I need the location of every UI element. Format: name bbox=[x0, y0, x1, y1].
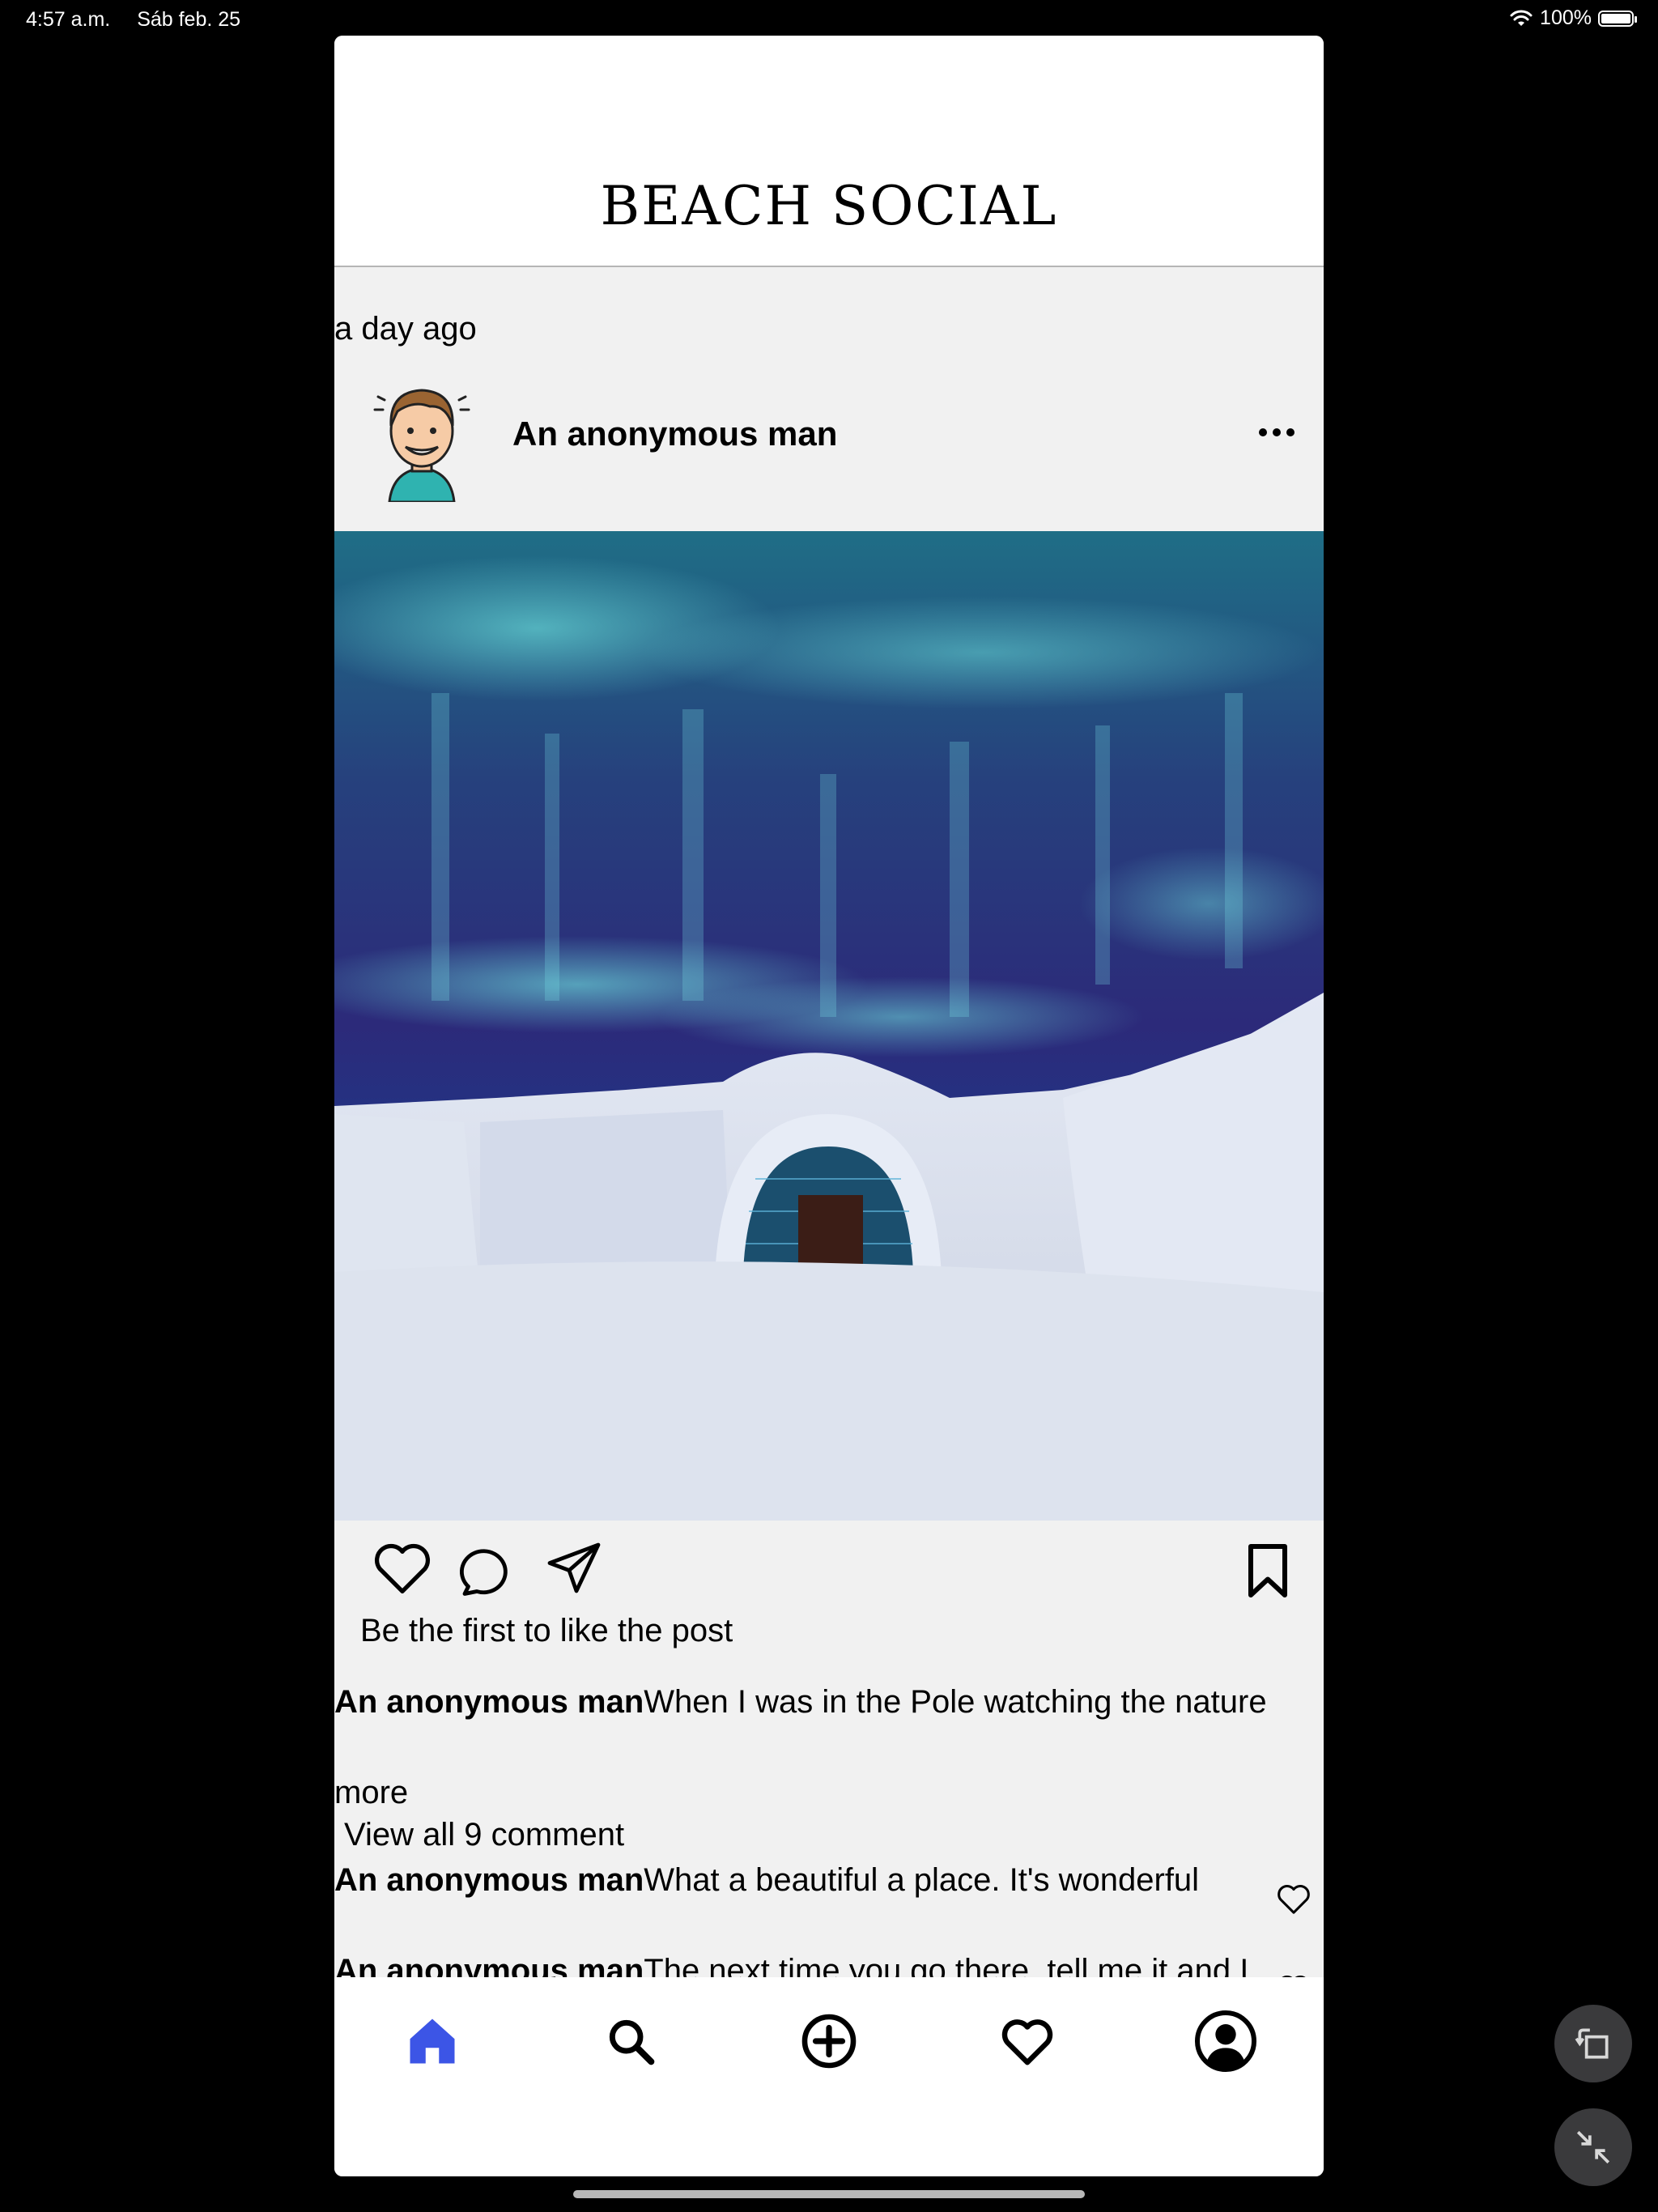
comment-item: An anonymous manWhat a beautiful a place… bbox=[334, 1857, 1249, 1903]
tab-activity[interactable] bbox=[991, 2005, 1064, 2078]
avatar[interactable] bbox=[365, 372, 478, 502]
status-bar: 4:57 a.m. Sáb feb. 25 100% bbox=[0, 0, 1658, 39]
exit-fullscreen-button[interactable] bbox=[1554, 2108, 1632, 2186]
comment-text: What a beautiful a place. It's wonderful bbox=[644, 1862, 1200, 1898]
caption-author[interactable]: An anonymous man bbox=[334, 1684, 644, 1720]
more-options-icon[interactable] bbox=[1259, 424, 1304, 440]
home-indicator[interactable] bbox=[573, 2190, 1085, 2198]
home-icon bbox=[410, 2018, 455, 2064]
post-author[interactable]: An anonymous man bbox=[512, 415, 837, 453]
likes-text: Be the first to like the post bbox=[360, 1613, 733, 1648]
app-header: BEACH SOCIAL bbox=[334, 36, 1324, 267]
comment-author[interactable]: An anonymous man bbox=[334, 1862, 644, 1898]
heart-icon bbox=[1001, 2019, 1053, 2065]
battery-fill bbox=[1601, 13, 1630, 23]
app-window: BEACH SOCIAL a day ago An anonymous man bbox=[334, 36, 1324, 2176]
post-timestamp: a day ago bbox=[334, 311, 477, 347]
tab-home[interactable] bbox=[396, 2005, 469, 2078]
rotate-icon bbox=[1575, 2028, 1609, 2059]
caption-text: When I was in the Pole watching the natu… bbox=[644, 1684, 1267, 1720]
status-left: 4:57 a.m. Sáb feb. 25 bbox=[26, 8, 261, 32]
collapse-icon bbox=[1576, 2130, 1610, 2164]
add-icon bbox=[801, 2014, 857, 2069]
comment-like-icon[interactable] bbox=[1275, 1882, 1312, 1916]
status-right: 100% bbox=[1509, 6, 1637, 30]
search-icon bbox=[609, 2019, 655, 2065]
comment-icon[interactable] bbox=[457, 1542, 516, 1600]
post-action-bar bbox=[334, 1538, 1324, 1611]
tab-bar bbox=[334, 1977, 1324, 2176]
post-caption: An anonymous manWhen I was in the Pole w… bbox=[334, 1679, 1273, 1725]
like-icon[interactable] bbox=[370, 1538, 435, 1597]
wifi-icon bbox=[1510, 10, 1533, 26]
status-time: 4:57 a.m. bbox=[26, 8, 111, 31]
view-all-comments-link[interactable]: View all 9 comment bbox=[344, 1817, 624, 1853]
tab-profile[interactable] bbox=[1189, 2005, 1262, 2078]
more-link[interactable]: more bbox=[334, 1775, 408, 1811]
profile-icon bbox=[1195, 2010, 1256, 2072]
post-image[interactable] bbox=[334, 531, 1324, 1521]
rotate-button[interactable] bbox=[1554, 2005, 1632, 2082]
tab-search[interactable] bbox=[594, 2005, 667, 2078]
bookmark-icon[interactable] bbox=[1243, 1542, 1293, 1600]
battery-icon bbox=[1598, 10, 1637, 27]
share-icon[interactable] bbox=[543, 1540, 605, 1598]
tab-create-post[interactable] bbox=[793, 2005, 865, 2078]
app-title: BEACH SOCIAL bbox=[600, 175, 1058, 237]
feed[interactable]: a day ago An anonymous man Be the first … bbox=[334, 267, 1324, 2013]
status-date: Sáb feb. 25 bbox=[137, 8, 241, 31]
battery-percent: 100% bbox=[1540, 6, 1592, 29]
post-header: An anonymous man bbox=[334, 372, 1324, 502]
